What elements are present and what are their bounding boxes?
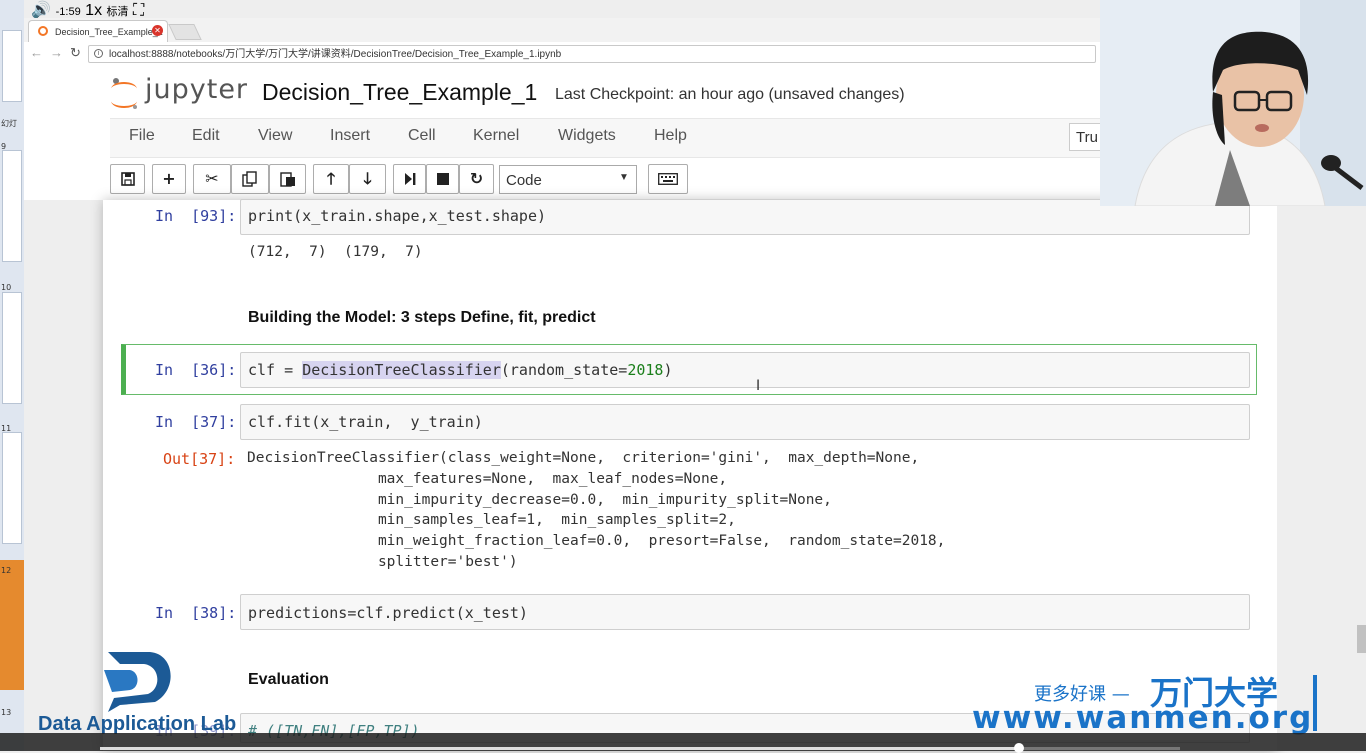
menu-cell[interactable]: Cell — [408, 127, 436, 145]
restart-button[interactable]: ↻ — [459, 164, 494, 194]
reload-icon[interactable]: ↻ — [70, 45, 81, 61]
checkpoint-status: Last Checkpoint: an hour ago (unsaved ch… — [555, 86, 905, 103]
chevron-down-icon: ▼ — [619, 172, 629, 183]
keyboard-icon — [658, 173, 678, 185]
presenter-video-icon — [1100, 0, 1366, 206]
quality-button[interactable]: 标清 — [107, 6, 129, 18]
paste-button[interactable] — [269, 164, 306, 194]
cut-button[interactable]: ✂ — [193, 164, 231, 194]
cell-prompt: In [37]: — [155, 413, 237, 431]
menu-help[interactable]: Help — [654, 127, 687, 145]
selected-text: DecisionTreeClassifier — [302, 361, 501, 379]
command-palette-button[interactable] — [648, 164, 688, 194]
menu-edit[interactable]: Edit — [192, 127, 220, 145]
arrow-up-icon: 🡑 — [326, 169, 336, 188]
markdown-heading: Building the Model: 3 steps Define, fit,… — [248, 309, 596, 326]
tab-title: Decision_Tree_Example_1 — [55, 27, 163, 37]
code-text: predictions=clf.predict(x_test) — [248, 604, 528, 622]
cell-prompt: In [38]: — [155, 604, 237, 622]
fullscreen-icon[interactable]: ⛶ — [133, 2, 144, 19]
cell-type-select[interactable]: Code — [499, 165, 637, 194]
plus-icon: + — [162, 169, 176, 188]
forward-arrow-icon[interactable]: → — [50, 45, 63, 60]
markdown-heading: Evaluation — [248, 671, 329, 688]
copy-button[interactable] — [231, 164, 269, 194]
webcam-overlay — [1100, 0, 1366, 206]
text-cursor-icon: I — [756, 378, 761, 394]
menu-insert[interactable]: Insert — [330, 127, 370, 145]
browser-tab[interactable]: Decision_Tree_Example_1 — [28, 20, 168, 42]
time-remaining: -1:59 — [55, 6, 81, 18]
volume-icon[interactable]: 🔊 — [31, 2, 51, 19]
watermark-divider — [1313, 675, 1317, 731]
run-button[interactable] — [393, 164, 426, 194]
refresh-icon: ↻ — [469, 169, 484, 188]
interrupt-button[interactable] — [426, 164, 459, 194]
speed-button[interactable]: 1x — [85, 2, 102, 19]
arrow-down-icon: 🡓 — [363, 169, 372, 188]
insert-cell-button[interactable]: + — [152, 164, 186, 194]
progress-played[interactable] — [100, 747, 1020, 750]
back-arrow-icon[interactable]: ← — [30, 45, 43, 60]
notebook-name[interactable]: Decision_Tree_Example_1 — [262, 79, 537, 106]
move-down-button[interactable]: 🡓 — [349, 164, 386, 194]
info-icon[interactable]: i — [94, 49, 103, 58]
cell-prompt: In [36]: — [155, 361, 237, 379]
code-text: clf.fit(x_train, y_train) — [248, 413, 483, 431]
copy-icon — [242, 171, 257, 187]
menu-file[interactable]: File — [129, 127, 155, 145]
data-application-lab-logo-icon — [104, 652, 171, 712]
url-text: localhost:8888/notebooks/万门大学/万门大学/讲课资料/… — [109, 49, 562, 60]
background-app-strip: 幻灯 9 10 11 12 13 — [0, 0, 24, 751]
save-icon — [120, 172, 135, 186]
stop-icon — [436, 173, 449, 185]
progress-handle[interactable] — [1014, 743, 1024, 753]
code-text: clf = DecisionTreeClassifier(random_stat… — [248, 361, 673, 379]
jupyter-favicon-icon — [38, 26, 48, 36]
cell-prompt: In [93]: — [155, 207, 237, 225]
paste-icon — [279, 172, 295, 187]
out-prompt: Out[37]: — [163, 450, 236, 468]
cell-output: DecisionTreeClassifier(class_weight=None… — [247, 450, 946, 570]
page-background — [1277, 200, 1366, 751]
jupyter-logo-text: jupyter — [145, 74, 249, 105]
move-up-button[interactable]: 🡑 — [313, 164, 349, 194]
tab-close-icon[interactable]: ✕ — [152, 25, 163, 36]
url-field[interactable]: localhost:8888/notebooks/万门大学/万门大学/讲课资料/… — [88, 45, 1096, 63]
code-text: print(x_train.shape,x_test.shape) — [248, 207, 547, 225]
scissors-icon: ✂ — [205, 169, 219, 188]
cell-output: (712, 7) (179, 7) — [248, 244, 423, 260]
progress-remaining[interactable] — [1020, 747, 1180, 750]
menu-widgets[interactable]: Widgets — [558, 127, 616, 145]
scrollbar-thumb[interactable] — [1357, 625, 1366, 653]
menu-kernel[interactable]: Kernel — [473, 127, 519, 145]
watermark-url: www.wanmen.org — [972, 700, 1314, 736]
step-forward-icon — [404, 173, 415, 185]
menu-view[interactable]: View — [258, 127, 292, 145]
save-button[interactable] — [110, 164, 145, 194]
